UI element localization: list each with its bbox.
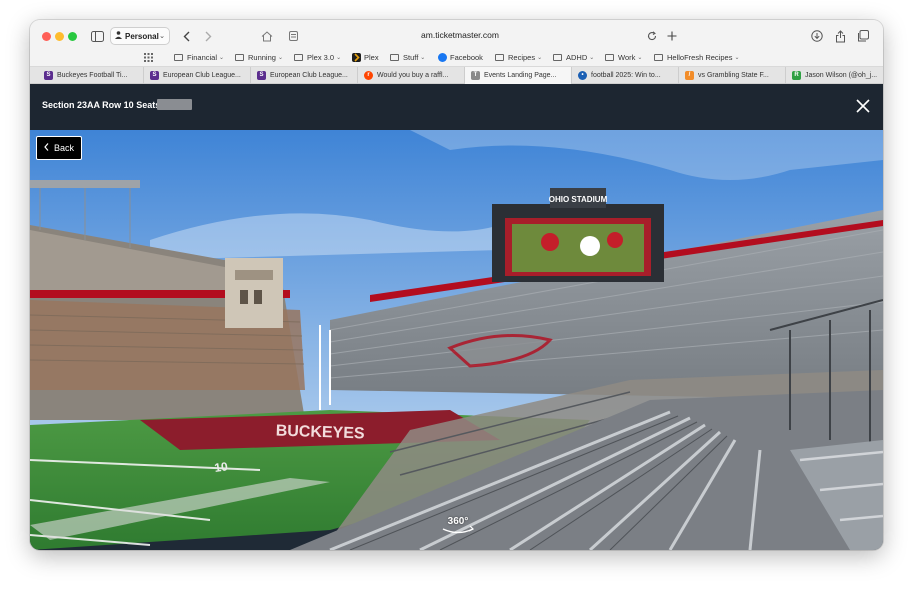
back-nav-icon[interactable] — [180, 28, 192, 44]
folder-icon — [605, 54, 614, 61]
stadium-360-view[interactable]: OHIO STADIUM BUCKEYES 10 Back 360° — [30, 130, 883, 550]
bookmark-folder-stuff[interactable]: Stuff ⌄ — [390, 53, 425, 62]
bookmark-folder-hellofresh[interactable]: HelloFresh Recipes ⌄ — [654, 53, 739, 62]
site-icon: R — [792, 71, 801, 80]
new-tab-plus-icon[interactable] — [667, 28, 677, 44]
bookmark-folder-recipes[interactable]: Recipes ⌄ — [495, 53, 542, 62]
seat-view-header: Section 23AA Row 10 Seats — [30, 84, 883, 130]
redacted-seat-numbers — [157, 99, 192, 110]
profile-label: Personal — [125, 31, 159, 41]
bookmark-folder-adhd[interactable]: ADHD ⌄ — [553, 53, 594, 62]
bookmark-folder-plex-3[interactable]: Plex 3.0 ⌄ — [294, 53, 341, 62]
folder-icon — [294, 54, 303, 61]
svg-text:10: 10 — [213, 459, 228, 475]
person-icon — [115, 31, 122, 41]
profile-selector[interactable]: Personal ⌄ — [110, 27, 170, 45]
tab-events-landing[interactable]: T Events Landing Page... — [465, 67, 572, 84]
share-icon[interactable] — [833, 28, 847, 44]
stadium-panorama: OHIO STADIUM BUCKEYES 10 — [30, 130, 883, 550]
endzone-text: BUCKEYES — [275, 422, 365, 442]
browser-toolbar: Personal ⌄ am.ticketmaster.com — [30, 20, 883, 52]
view-360-button[interactable]: 360° — [440, 514, 476, 536]
seat-view-page: Section 23AA Row 10 Seats OHIO STADIUM B… — [30, 84, 883, 550]
back-button[interactable]: Back — [36, 136, 83, 160]
bookmark-folder-work[interactable]: Work ⌄ — [605, 53, 642, 62]
chevron-down-icon: ⌄ — [159, 33, 165, 40]
rotate-360-icon — [442, 525, 475, 534]
site-icon: • — [578, 71, 587, 80]
bookmark-plex[interactable]: Plex — [352, 53, 379, 62]
chevron-left-icon — [44, 143, 49, 153]
browser-window: Personal ⌄ am.ticketmaster.com Financial… — [30, 20, 883, 550]
zoom-window-button[interactable] — [68, 32, 77, 41]
seat-title: Section 23AA Row 10 Seats — [42, 100, 161, 110]
site-icon: S — [150, 71, 159, 80]
folder-icon — [390, 54, 399, 61]
site-icon: / — [685, 71, 694, 80]
url-text: am.ticketmaster.com — [421, 30, 499, 40]
bookmarks-bar: Financial ⌄ Running ⌄ Plex 3.0 ⌄ Plex Stuff… — [30, 52, 883, 66]
downloads-icon[interactable] — [810, 28, 824, 44]
close-icon[interactable] — [855, 98, 871, 114]
tab-football-2025[interactable]: • football 2025: Win to... — [572, 67, 679, 84]
address-bar[interactable]: am.ticketmaster.com — [285, 27, 677, 45]
tab-grambling-state[interactable]: / vs Grambling State F... — [679, 67, 786, 84]
tab-jason-wilson[interactable]: R Jason Wilson (@oh_j... — [786, 67, 883, 84]
tab-reddit-raffle[interactable]: r Would you buy a raffl... — [358, 67, 465, 84]
tab-buckeyes-football[interactable]: S Buckeyes Football Ti... — [38, 67, 144, 84]
tab-european-club-2[interactable]: S European Club League... — [251, 67, 358, 84]
folder-icon — [174, 54, 183, 61]
forward-nav-icon[interactable] — [202, 28, 214, 44]
scoreboard-text: OHIO STADIUM — [549, 195, 608, 204]
apps-grid-icon[interactable] — [30, 53, 153, 62]
reddit-icon: r — [364, 71, 373, 80]
site-icon: S — [257, 71, 266, 80]
back-label: Back — [54, 143, 75, 153]
bookmark-facebook[interactable]: Facebook — [438, 53, 483, 62]
bookmark-folder-running[interactable]: Running ⌄ — [235, 53, 283, 62]
site-icon: T — [471, 71, 480, 80]
reload-icon[interactable] — [647, 28, 657, 44]
minimize-window-button[interactable] — [55, 32, 64, 41]
sidebar-icon[interactable] — [90, 28, 104, 44]
tab-european-club-1[interactable]: S European Club League... — [144, 67, 251, 84]
plex-icon — [352, 53, 361, 62]
facebook-icon — [438, 53, 447, 62]
bookmark-folder-financial[interactable]: Financial ⌄ — [174, 53, 224, 62]
tab-overview-icon[interactable] — [856, 28, 870, 44]
folder-icon — [495, 54, 504, 61]
folder-icon — [654, 54, 663, 61]
folder-icon — [553, 54, 562, 61]
folder-icon — [235, 54, 244, 61]
site-icon: S — [44, 71, 53, 80]
home-icon[interactable] — [260, 28, 274, 44]
tab-bar: S Buckeyes Football Ti... S European Club … — [30, 66, 883, 84]
close-window-button[interactable] — [42, 32, 51, 41]
